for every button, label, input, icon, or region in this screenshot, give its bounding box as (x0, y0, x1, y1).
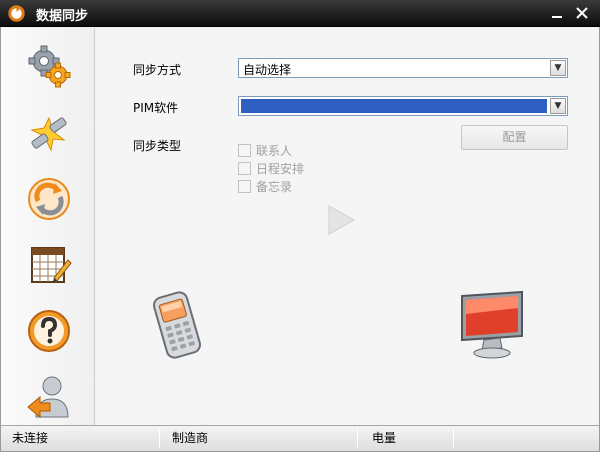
window-title: 数据同步 (36, 9, 89, 24)
sync-app-icon (8, 5, 25, 22)
checkbox-memo[interactable]: 备忘录 (238, 178, 292, 194)
sidebar-item-sync[interactable] (22, 173, 76, 225)
checkbox[interactable] (238, 143, 251, 157)
checkbox-label: 日程安排 (256, 161, 305, 176)
sidebar-item-calendar[interactable] (22, 239, 76, 291)
status-separator (357, 429, 358, 448)
chevron-down-icon[interactable]: ▼ (550, 60, 566, 76)
minimize-button[interactable] (548, 4, 566, 22)
sidebar-item-help[interactable] (22, 305, 76, 357)
status-battery: 电量 (372, 431, 397, 445)
help-icon (28, 310, 70, 352)
phone-icon (153, 291, 201, 359)
close-button[interactable] (573, 4, 591, 22)
sync-type-label: 同步类型 (133, 139, 182, 153)
chevron-down-icon[interactable]: ▼ (550, 98, 566, 114)
sidebar-item-settings[interactable] (22, 40, 76, 92)
status-connection: 未连接 (12, 431, 49, 445)
status-manufacturer: 制造商 (172, 431, 209, 445)
plug-connect-icon (30, 116, 67, 152)
sidebar-item-connect[interactable] (22, 107, 76, 159)
calendar-edit-icon (31, 247, 72, 283)
user-back-icon (27, 376, 69, 419)
sync-arrows-icon (28, 178, 70, 220)
checkbox-label: 备忘录 (256, 179, 293, 194)
checkbox-schedule[interactable]: 日程安排 (238, 160, 304, 176)
play-icon[interactable] (326, 204, 356, 236)
sidebar-item-user[interactable] (22, 370, 76, 422)
sync-mode-select[interactable]: 自动选择 ▼ (238, 58, 568, 78)
checkbox[interactable] (238, 161, 251, 175)
monitor-icon (461, 290, 523, 359)
status-separator (159, 429, 160, 448)
status-separator (453, 429, 454, 448)
gears-icon (28, 45, 71, 88)
pim-select[interactable]: ▼ (238, 96, 568, 116)
status-bar: 未连接 制造商 电量 (0, 425, 600, 452)
checkbox-contacts[interactable]: 联系人 (238, 142, 292, 158)
checkbox[interactable] (238, 179, 251, 193)
title-bar: 数据同步 (0, 0, 600, 27)
pim-label: PIM软件 (133, 101, 179, 115)
sidebar (1, 28, 95, 425)
checkbox-label: 联系人 (256, 143, 293, 158)
sync-mode-value: 自动选择 (243, 63, 292, 77)
config-button[interactable]: 配置 (461, 125, 568, 150)
pim-selection-highlight (241, 99, 547, 113)
sync-mode-label: 同步方式 (133, 63, 182, 77)
